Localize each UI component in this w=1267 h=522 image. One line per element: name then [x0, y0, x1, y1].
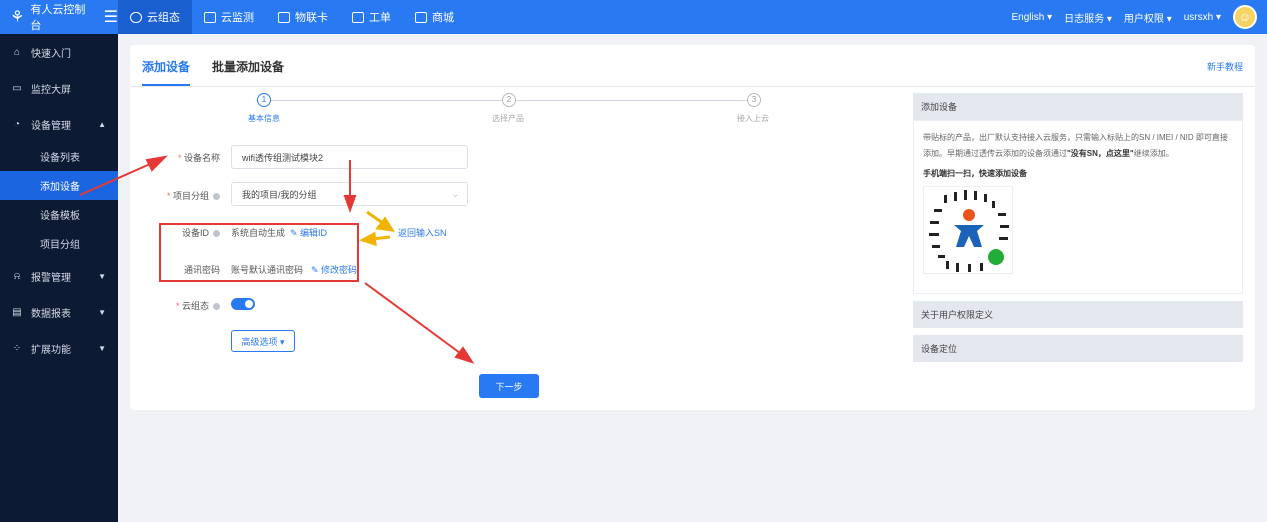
cloud-icon [130, 11, 142, 23]
sim-card-icon [278, 11, 290, 23]
permission-definition-section[interactable]: 关于用户权限定义 [913, 301, 1243, 328]
tab-batch-add-device[interactable]: 批量添加设备 [212, 58, 284, 86]
highlight-box [159, 223, 359, 282]
menu-toggle-icon[interactable]: ☰ [104, 7, 118, 27]
device-icon: ◔ [13, 118, 21, 130]
logo-icon: ⚘ [10, 9, 25, 26]
nav-cloud-monitor[interactable]: 云监测 [192, 0, 266, 34]
panel-description: 带贴标的产品，出厂默认支持接入云服务，只需输入标贴上的SN / IMEI / N… [923, 133, 1228, 158]
help-icon [213, 193, 220, 201]
sidebar-item-extensions[interactable]: ⁘ 扩展功能 ▼ [0, 330, 118, 366]
caret-down-icon: ▼ [98, 271, 106, 281]
sidebar-item-device-template[interactable]: 设备模板 [0, 200, 118, 229]
cloud-config-label: * 云组态 [130, 299, 220, 312]
project-group-label: * 项目分组 [130, 189, 220, 202]
tutorial-link[interactable]: 新手教程 [1207, 60, 1243, 73]
tab-add-device[interactable]: 添加设备 [142, 58, 191, 86]
home-icon: ⌂ [13, 46, 21, 58]
device-name-input[interactable]: wifi透传组测试模块2 [231, 145, 468, 169]
ticket-icon [352, 11, 364, 23]
main-card: 添加设备 批量添加设备 新手教程 1 2 3 基本信息 选择产品 接入上云 * … [130, 45, 1255, 410]
device-location-section[interactable]: 设备定位 [913, 335, 1243, 362]
stepper: 1 2 3 基本信息 选择产品 接入上云 [130, 92, 890, 128]
caret-up-icon: ▲ [98, 119, 106, 129]
nav-ticket[interactable]: 工单 [340, 0, 403, 34]
step-connector [516, 100, 747, 101]
next-step-button[interactable]: 下一步 [479, 374, 539, 398]
monitor-icon: ▭ [12, 82, 22, 94]
step-2-label: 选择产品 [492, 114, 524, 123]
panel-title[interactable]: 添加设备 [913, 93, 1243, 120]
user-permission-menu[interactable]: 用户权限 ▾ [1124, 10, 1172, 25]
sidebar-item-monitor-screen[interactable]: ▭ 监控大屏 [0, 70, 118, 106]
sidebar-item-alarm-management[interactable]: ⍾ 报警管理 ▼ [0, 258, 118, 294]
project-group-select[interactable]: 我的项目/我的分组 ⌄ [231, 182, 468, 206]
qr-code [923, 186, 1013, 274]
extend-icon: ⁘ [12, 342, 22, 354]
alarm-icon: ⍾ [13, 270, 21, 282]
scan-hint: 手机端扫一扫，快速添加设备 [923, 169, 1027, 178]
top-nav-bar: ⚘ 有人云控制台 ☰ 云组态 云监测 物联卡 工单 商城 English ▾ 日… [0, 0, 1267, 34]
sidebar-item-add-device[interactable]: 添加设备 [0, 171, 118, 200]
step-3-circle: 3 [747, 93, 761, 107]
cloud-config-toggle[interactable] [231, 298, 255, 310]
return-input-sn-link[interactable]: 返回输入SN [398, 226, 447, 239]
caret-down-icon: ▼ [98, 343, 106, 353]
sidebar-item-quick-start[interactable]: ⌂ 快速入门 [0, 34, 118, 70]
store-icon [415, 11, 427, 23]
sidebar: ⌂ 快速入门 ▭ 监控大屏 ◔ 设备管理 ▲ 设备列表 添加设备 设备模板 项目分组 ⍾… [0, 34, 118, 522]
nav-store[interactable]: 商城 [403, 0, 466, 34]
caret-down-icon: ▼ [98, 307, 106, 317]
step-3-label: 接入上云 [737, 114, 769, 123]
log-service-menu[interactable]: 日志服务 ▾ [1064, 10, 1112, 25]
username-menu[interactable]: usrsxh ▾ [1184, 12, 1221, 23]
nav-iot-card[interactable]: 物联卡 [266, 0, 340, 34]
device-name-label: * 设备名称 [177, 153, 220, 163]
panel-body: 带贴标的产品，出厂默认支持接入云服务，只需输入标贴上的SN / IMEI / N… [913, 120, 1243, 294]
nav-cloud-config[interactable]: 云组态 [118, 0, 192, 34]
help-icon [213, 303, 220, 311]
chevron-down-icon: ⌄ [451, 188, 459, 199]
sidebar-item-device-management[interactable]: ◔ 设备管理 ▲ [0, 106, 118, 142]
brand-title: 有人云控制台 [30, 4, 86, 32]
divider [130, 86, 1255, 87]
sidebar-item-data-report[interactable]: ▤ 数据报表 ▼ [0, 294, 118, 330]
step-1-label: 基本信息 [248, 114, 280, 123]
advanced-options-button[interactable]: 高级选项 ▾ [231, 330, 295, 352]
step-connector [271, 100, 502, 101]
avatar[interactable]: ☺ [1233, 5, 1257, 29]
help-panel: 添加设备 带贴标的产品，出厂默认支持接入云服务，只需输入标贴上的SN / IME… [913, 93, 1243, 362]
sidebar-item-device-list[interactable]: 设备列表 [0, 142, 118, 171]
sidebar-item-project-group[interactable]: 项目分组 [0, 229, 118, 258]
step-2-circle: 2 [502, 93, 516, 107]
language-select[interactable]: English ▾ [1012, 12, 1053, 23]
monitor-icon [204, 11, 216, 23]
report-icon: ▤ [12, 306, 22, 318]
step-1-circle: 1 [257, 93, 271, 107]
brand[interactable]: ⚘ 有人云控制台 ☰ [0, 0, 118, 34]
